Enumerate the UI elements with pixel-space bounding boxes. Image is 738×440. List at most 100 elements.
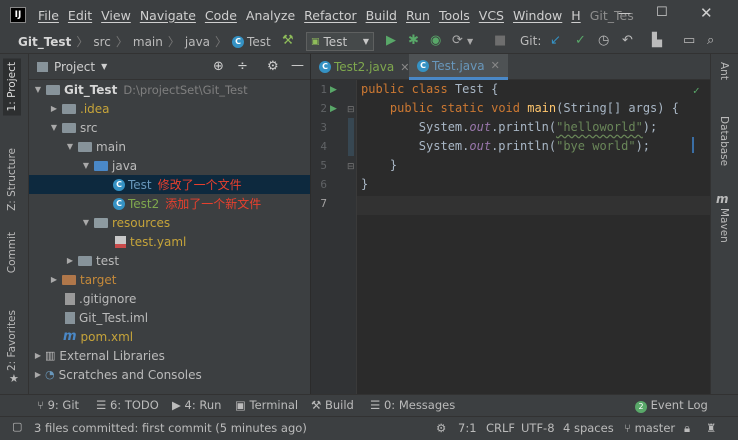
tab-commit[interactable]: Commit xyxy=(6,232,18,273)
hide-panel-icon[interactable]: — xyxy=(291,58,304,73)
menu-code[interactable]: Code xyxy=(205,8,237,23)
tab-structure[interactable]: Z: Structure xyxy=(6,148,18,211)
tool-terminal[interactable]: ▣ Terminal xyxy=(235,398,298,412)
collapse-all-icon[interactable]: ÷ xyxy=(237,59,248,74)
search-icon[interactable]: ⌕ xyxy=(707,33,714,48)
breadcrumb-test[interactable]: Test xyxy=(247,35,271,49)
vcs-change-marker[interactable] xyxy=(348,118,354,156)
caret-position[interactable]: 7:1 xyxy=(458,421,477,435)
chevron-down-icon[interactable]: ▼ xyxy=(101,62,107,71)
expand-arrow-icon[interactable]: ▶ xyxy=(33,370,43,379)
git-branch[interactable]: ⑂ master xyxy=(624,421,675,435)
rollback-icon[interactable]: ↶ xyxy=(622,33,633,48)
tree-item-idea[interactable]: ▶ .idea xyxy=(29,99,310,118)
expand-arrow-icon[interactable]: ▼ xyxy=(33,85,43,94)
locate-icon[interactable]: ⊕ xyxy=(213,59,224,74)
breadcrumb-project[interactable]: Git_Test xyxy=(18,35,71,49)
tool-event-log[interactable]: 2 Event Log xyxy=(635,398,708,413)
expand-arrow-icon[interactable]: ▼ xyxy=(81,218,91,227)
menu-edit[interactable]: Edit xyxy=(68,8,92,23)
profile-dropdown-icon[interactable]: ▼ xyxy=(467,37,473,46)
build-hammer-icon[interactable]: ⚒ xyxy=(282,33,294,48)
menu-file[interactable]: File xyxy=(38,8,59,23)
menu-window[interactable]: Window xyxy=(513,8,562,23)
profile-icon[interactable]: ⟳ xyxy=(452,33,463,48)
menu-refactor[interactable]: Refactor xyxy=(304,8,356,23)
tool-messages[interactable]: ☰ 0: Messages xyxy=(370,398,455,412)
tree-item-src[interactable]: ▼ src xyxy=(29,118,310,137)
tool-git[interactable]: ⑂ 9: Git xyxy=(37,398,79,412)
tab-test-java[interactable]: C Test.java ✕ xyxy=(409,54,508,80)
expand-arrow-icon[interactable]: ▼ xyxy=(81,161,91,170)
tool-run[interactable]: ▶ 4: Run xyxy=(172,398,221,412)
run-configuration-select[interactable]: ▣ Test ▼ xyxy=(306,32,374,51)
fold-marker-icon[interactable]: ⊟ xyxy=(347,162,355,172)
presentation-icon[interactable]: ▭ xyxy=(683,33,695,48)
tab-favorites[interactable]: 2: Favorites xyxy=(6,310,18,371)
debug-icon[interactable]: ✱ xyxy=(408,33,419,48)
tree-item-test[interactable]: ▶ test xyxy=(29,251,310,270)
expand-arrow-icon[interactable]: ▶ xyxy=(33,351,43,360)
tree-item-test2-class[interactable]: C Test2 添加了一个新文件 xyxy=(29,194,310,213)
run-gutter-icon[interactable]: ▶ xyxy=(330,104,337,114)
tab-maven[interactable]: Maven xyxy=(718,208,730,243)
tab-project[interactable]: 1: Project xyxy=(3,58,21,116)
file-encoding[interactable]: UTF-8 xyxy=(521,421,555,435)
lock-icon[interactable]: 🔒︎ xyxy=(684,421,690,436)
expand-arrow-icon[interactable]: ▼ xyxy=(49,123,59,132)
menu-analyze[interactable]: Analyze xyxy=(246,8,295,23)
tree-item-resources[interactable]: ▼ resources xyxy=(29,213,310,232)
tree-item-target[interactable]: ▶ target xyxy=(29,270,310,289)
tab-ant[interactable]: Ant xyxy=(718,62,730,80)
expand-arrow-icon[interactable]: ▶ xyxy=(49,275,59,284)
tab-database[interactable]: Database xyxy=(718,116,730,166)
menu-help[interactable]: H xyxy=(571,8,580,23)
breadcrumb-java[interactable]: java xyxy=(185,35,210,49)
code-editor[interactable]: public class Test { public static void m… xyxy=(357,80,710,394)
tree-item-test-yaml[interactable]: test.yaml xyxy=(29,232,310,251)
indent-setting[interactable]: 4 spaces xyxy=(563,421,614,435)
tool-todo[interactable]: ☰ 6: TODO xyxy=(96,398,159,412)
project-panel-title[interactable]: Project xyxy=(54,60,95,74)
tool-build[interactable]: ⚒ Build xyxy=(311,398,354,412)
stop-icon[interactable]: ■ xyxy=(494,33,506,48)
expand-arrow-icon[interactable]: ▶ xyxy=(49,104,59,113)
tree-item-project-root[interactable]: ▼ Git_Test D:\projectSet\Git_Test xyxy=(29,80,310,99)
tree-item-pom[interactable]: m pom.xml xyxy=(29,327,310,346)
breadcrumb-src[interactable]: src xyxy=(93,35,111,49)
tree-item-gitignore[interactable]: .gitignore xyxy=(29,289,310,308)
menu-view[interactable]: View xyxy=(101,8,131,23)
history-icon[interactable]: ◷ xyxy=(598,33,609,48)
tree-item-external-libraries[interactable]: ▶ ▥ External Libraries xyxy=(29,346,310,365)
expand-arrow-icon[interactable]: ▼ xyxy=(65,142,75,151)
tree-item-iml[interactable]: Git_Test.iml xyxy=(29,308,310,327)
menu-navigate[interactable]: Navigate xyxy=(140,8,196,23)
toggle-tool-windows-icon[interactable]: ▢ xyxy=(12,420,22,433)
gear-icon[interactable]: ⚙ xyxy=(267,59,279,74)
tree-item-java[interactable]: ▼ java xyxy=(29,156,310,175)
tab-test2-java[interactable]: C Test2.java ✕ xyxy=(311,54,417,80)
menu-vcs[interactable]: VCS xyxy=(479,8,504,23)
tree-item-test-class[interactable]: C Test 修改了一个文件 xyxy=(29,175,310,194)
expand-arrow-icon[interactable]: ▶ xyxy=(65,256,75,265)
status-message[interactable]: 3 files committed: first commit (5 minut… xyxy=(34,421,307,435)
coverage-icon[interactable]: ◉ xyxy=(430,33,441,48)
line-separator[interactable]: CRLF xyxy=(486,421,515,435)
breadcrumb-main[interactable]: main xyxy=(133,35,163,49)
run-icon[interactable]: ▶ xyxy=(386,33,396,48)
run-gutter-icon[interactable]: ▶ xyxy=(330,85,337,95)
tree-item-main[interactable]: ▼ main xyxy=(29,137,310,156)
menu-run[interactable]: Run xyxy=(406,8,430,23)
menu-tools[interactable]: Tools xyxy=(439,8,470,23)
fold-marker-icon[interactable]: ⊟ xyxy=(347,105,355,115)
close-icon[interactable]: ✕ xyxy=(700,4,713,22)
tree-item-scratches[interactable]: ▶ ◔ Scratches and Consoles xyxy=(29,365,310,384)
maximize-icon[interactable]: ☐ xyxy=(656,5,668,20)
minimize-icon[interactable]: — xyxy=(618,6,631,21)
project-structure-icon[interactable]: ▙ xyxy=(652,33,662,48)
close-tab-icon[interactable]: ✕ xyxy=(491,59,500,72)
git-update-icon[interactable]: ↙ xyxy=(550,33,561,48)
memory-indicator-icon[interactable]: ♜ xyxy=(706,421,716,435)
menu-build[interactable]: Build xyxy=(366,8,397,23)
inspection-ok-icon[interactable]: ✓ xyxy=(693,84,700,97)
